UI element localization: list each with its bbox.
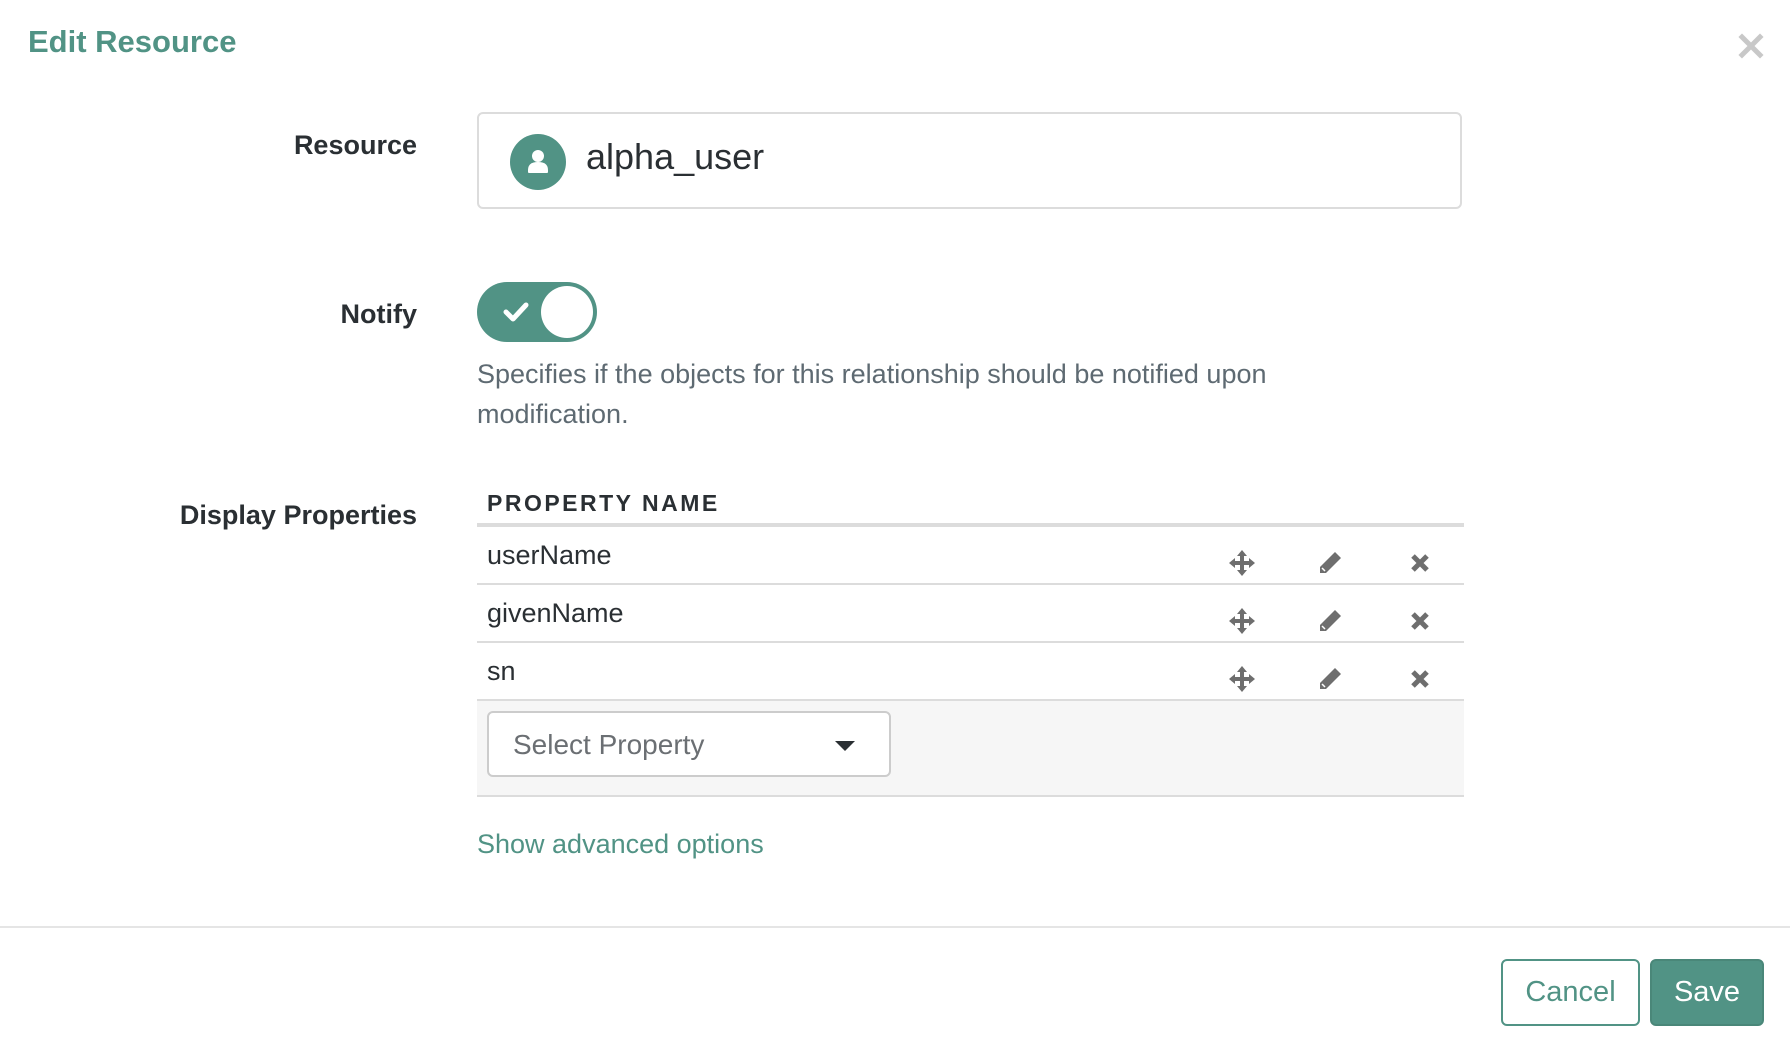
edit-icon[interactable] (1315, 541, 1345, 573)
edit-icon[interactable] (1315, 599, 1345, 631)
show-advanced-options-link[interactable]: Show advanced options (477, 829, 764, 860)
property-name: sn (487, 656, 516, 686)
table-row: givenName (477, 585, 1464, 643)
select-property-dropdown[interactable]: Select Property (487, 711, 891, 777)
add-property-row: Select Property (477, 701, 1464, 797)
notify-label: Notify (340, 299, 418, 329)
check-icon (503, 302, 529, 322)
table-row: userName (477, 527, 1464, 585)
edit-icon[interactable] (1315, 657, 1345, 689)
resource-name: alpha_user (586, 136, 765, 177)
save-button[interactable]: Save (1650, 959, 1764, 1026)
footer-divider (0, 926, 1790, 928)
notify-toggle[interactable] (477, 282, 597, 342)
resource-label: Resource (293, 130, 417, 160)
move-icon[interactable] (1227, 657, 1257, 692)
column-header-property-name: PROPERTY NAME (477, 483, 1464, 527)
close-button[interactable] (1737, 32, 1765, 60)
delete-icon[interactable] (1405, 657, 1435, 688)
chevron-down-icon (835, 741, 855, 751)
user-icon (528, 150, 548, 173)
display-properties-label: Display Properties (179, 500, 417, 530)
table-row: sn (477, 643, 1464, 701)
display-properties-table: PROPERTY NAME userName givenName sn Sele… (477, 483, 1464, 797)
toggle-knob (541, 286, 593, 338)
property-name: givenName (487, 598, 624, 628)
move-icon[interactable] (1227, 599, 1257, 634)
select-property-placeholder: Select Property (513, 729, 705, 760)
property-name: userName (487, 540, 612, 570)
delete-icon[interactable] (1405, 599, 1435, 630)
close-icon (1738, 33, 1764, 59)
cancel-button[interactable]: Cancel (1501, 959, 1640, 1026)
move-icon[interactable] (1227, 541, 1257, 576)
dialog-title: Edit Resource (28, 24, 237, 59)
notify-help-text: Specifies if the objects for this relati… (477, 359, 1267, 429)
delete-icon[interactable] (1405, 541, 1435, 572)
avatar (510, 134, 566, 190)
resource-field: alpha_user (477, 112, 1462, 209)
